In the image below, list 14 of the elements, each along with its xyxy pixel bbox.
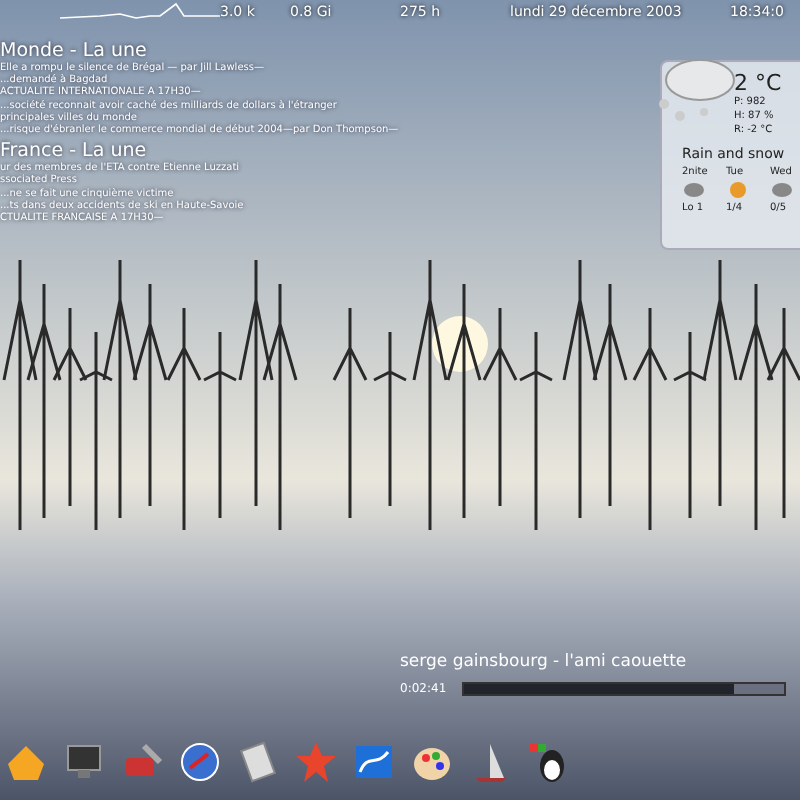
- office-icon[interactable]: [352, 740, 396, 784]
- network-graph-icon: [60, 2, 220, 22]
- penguin-icon[interactable]: [526, 740, 570, 784]
- cloud-icon: [682, 180, 706, 200]
- track-title: serge gainsbourg - l'ami caouette: [400, 652, 689, 672]
- temperature-text: 2 °C: [734, 70, 784, 96]
- home-icon[interactable]: [4, 740, 48, 784]
- cloud-icon: [770, 180, 794, 200]
- news-section-title: France - La une: [0, 140, 149, 163]
- monitor-icon[interactable]: [62, 740, 106, 784]
- news-section-title: Monde - La une: [0, 40, 149, 62]
- star-icon[interactable]: [294, 740, 338, 784]
- progress-track[interactable]: [462, 682, 787, 696]
- sun-icon: [726, 180, 750, 200]
